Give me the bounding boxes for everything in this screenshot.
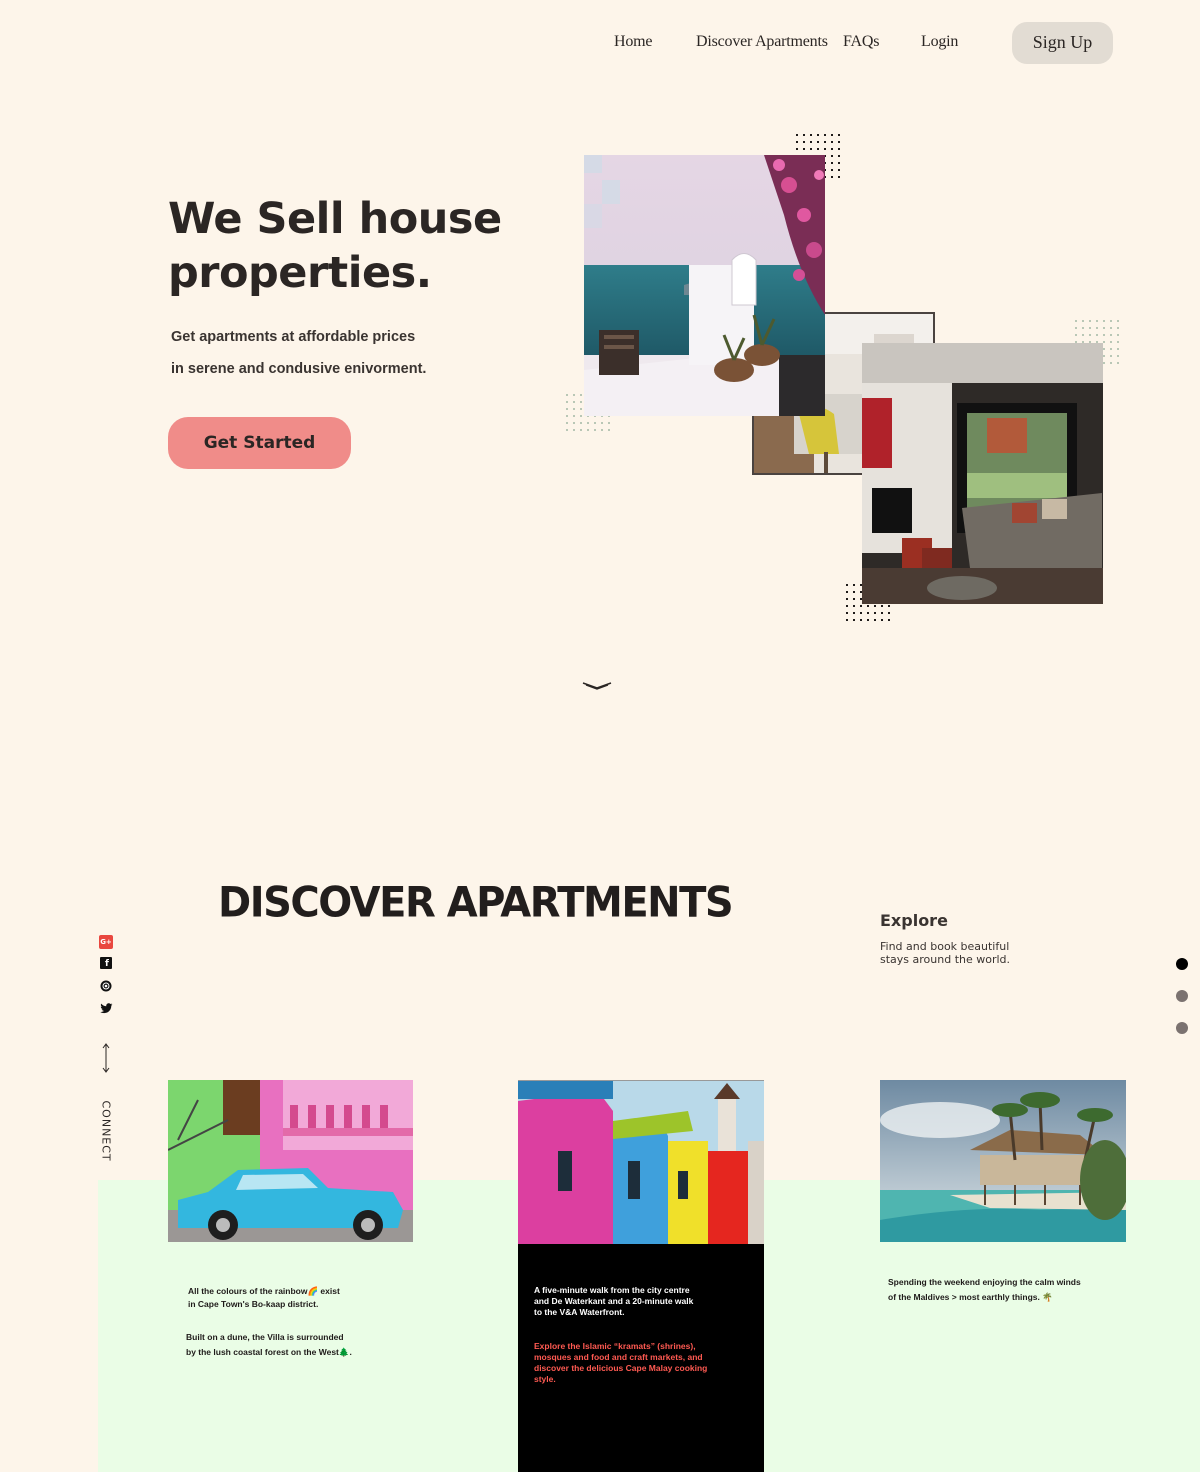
card-3-caption-line2: of the Maldives > most earthly things. 🌴 [888, 1292, 1053, 1302]
facebook-icon[interactable]: f [100, 957, 112, 969]
pager-dot-active[interactable] [1176, 958, 1188, 970]
hero-subtitle-line1: Get apartments at affordable prices [171, 329, 416, 345]
card-1-photo-bokaap-car[interactable] [168, 1080, 413, 1242]
card-2-highlight-line2: mosques and food and craft markets, and [534, 1352, 703, 1362]
nav-discover-apartments[interactable]: Discover Apartments [696, 33, 828, 51]
card-1-caption-line3: Built on a dune, the Villa is surrounded [186, 1332, 344, 1342]
nav-home[interactable]: Home [614, 33, 653, 51]
card-2-caption-line3: to the V&A Waterfront. [534, 1307, 625, 1317]
card-2-highlight-line4: style. [534, 1374, 556, 1384]
nav-login[interactable]: Login [921, 33, 958, 51]
get-started-button[interactable]: Get Started [168, 417, 351, 469]
santorini-photo [584, 155, 825, 416]
sign-up-button[interactable]: Sign Up [1012, 22, 1113, 64]
card-3-photo-maldives[interactable] [880, 1080, 1126, 1242]
explore-description: Find and book beautiful stays around the… [880, 940, 1030, 966]
google-plus-icon[interactable]: G+ [99, 935, 113, 949]
pager-dot[interactable] [1176, 990, 1188, 1002]
instagram-icon[interactable] [99, 979, 113, 993]
card-1-caption-line4: by the lush coastal forest on the West🌲. [186, 1347, 352, 1357]
hero-title-line2: properties. [168, 248, 432, 298]
scroll-down-chevron-icon[interactable] [582, 680, 612, 692]
explore-heading: Explore [880, 911, 948, 930]
vertical-arrows-icon [102, 1043, 110, 1073]
discover-apartments-title: DISCOVER APARTMENTS [218, 878, 734, 928]
card-2-photo-colorful-houses[interactable] [518, 1080, 764, 1244]
explore-line2: stays around the world. [880, 953, 1011, 966]
card-2-caption-line2: and De Waterkant and a 20-minute walk [534, 1296, 694, 1306]
card-2-highlight-line3: discover the delicious Cape Malay cookin… [534, 1363, 708, 1373]
card-3-caption-line1: Spending the weekend enjoying the calm w… [888, 1277, 1081, 1287]
card-2-caption-line1: A five-minute walk from the city centre [534, 1285, 690, 1295]
nav-faqs[interactable]: FAQs [843, 33, 879, 51]
card-1-caption-line2: in Cape Town's Bo-kaap district. [188, 1299, 319, 1309]
hero-subtitle-line2: in serene and condusive enivorment. [171, 361, 427, 377]
pager-dot[interactable] [1176, 1022, 1188, 1034]
explore-line1: Find and book beautiful [880, 940, 1010, 953]
hero-title: We Sell house properties. [168, 192, 548, 300]
card-2-highlight-line1: Explore the Islamic “kramats” (shrines), [534, 1341, 696, 1351]
twitter-icon[interactable] [99, 1001, 113, 1015]
top-nav: Home Discover Apartments FAQs Login Sign… [0, 0, 1200, 84]
connect-label: CONNECT [99, 1100, 113, 1162]
living-room-photo [862, 343, 1103, 604]
hero-title-line1: We Sell house [168, 194, 502, 244]
